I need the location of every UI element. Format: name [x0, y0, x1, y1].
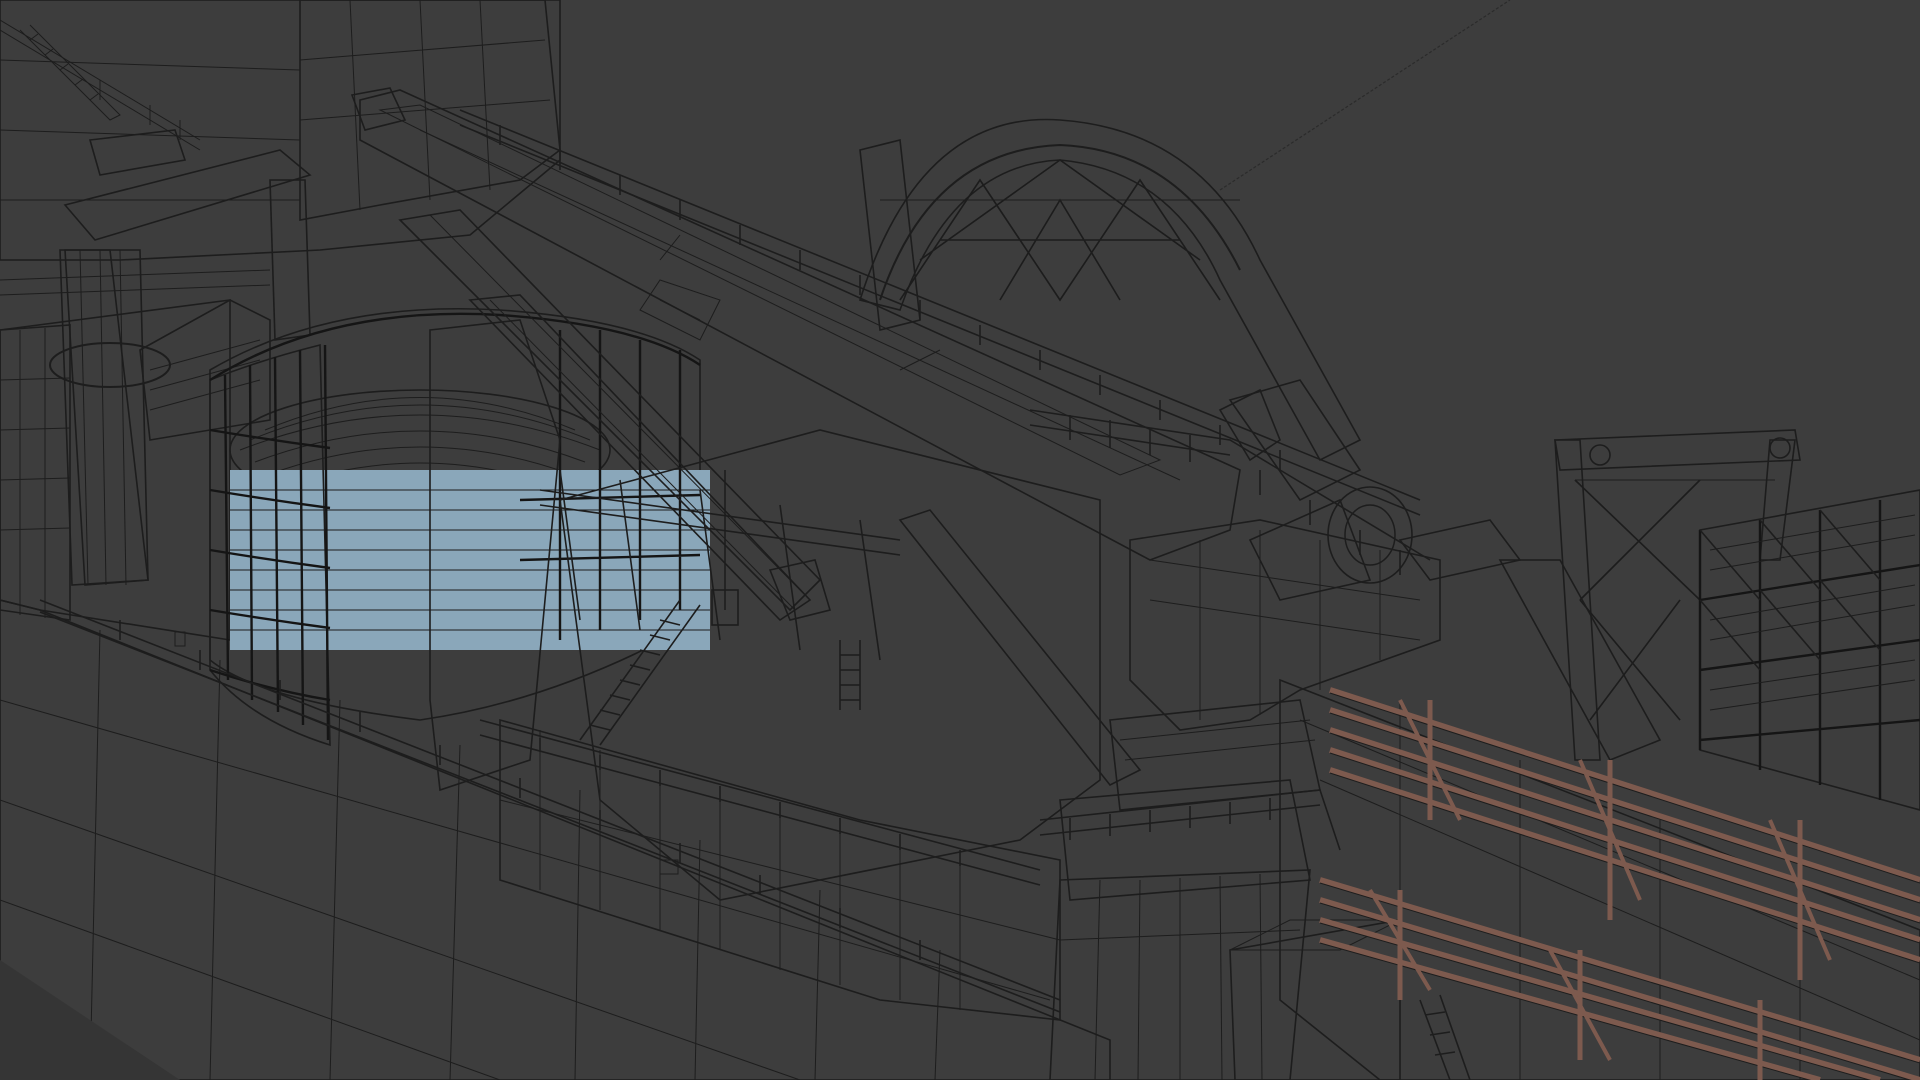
cable-carousel[interactable]	[209, 307, 710, 747]
pipe-rack-ladder	[1419, 994, 1471, 1080]
carousel-top-rim	[209, 312, 701, 382]
left-machinery-lines	[0, 328, 71, 618]
gantry-ramp	[1398, 519, 1522, 581]
work-platform[interactable]	[429, 319, 1101, 1021]
crane-house	[1129, 519, 1441, 731]
pipe-stack-frame	[1698, 500, 1920, 800]
pedestal-junction-box	[1229, 919, 1401, 1080]
gantry-bracing-wire	[1574, 479, 1775, 721]
pipe-storage[interactable]	[1698, 489, 1920, 811]
crane-slew-ring-lines	[1119, 719, 1316, 761]
crane-winch	[1248, 486, 1413, 601]
background-guide-line	[1219, 0, 1511, 191]
crane-boom-panel-lines	[419, 129, 1181, 481]
3d-viewport[interactable]	[0, 0, 1920, 1080]
arch-truss-wire	[880, 159, 1240, 301]
a-frame-post-lines	[79, 249, 127, 586]
platform-railing	[479, 719, 1041, 886]
left-machinery-grating	[149, 339, 261, 411]
crane-house-lines	[1149, 530, 1421, 720]
platform-ladder	[839, 640, 861, 710]
deck-left	[0, 299, 231, 641]
pedestal-lines	[1059, 873, 1301, 1080]
superstructure-body	[0, 0, 561, 261]
arch-truss	[899, 159, 1221, 302]
a-frame-beam	[63, 149, 312, 241]
gantry-sheave-left	[1589, 444, 1611, 466]
pipe-stack-diagonals	[1699, 509, 1881, 671]
pipe-rack[interactable]	[1319, 687, 1920, 1080]
aft-gantry[interactable]	[1398, 429, 1801, 762]
hull[interactable]	[0, 599, 1111, 1080]
arch-inner	[879, 143, 1241, 301]
a-frame-base-ring	[49, 342, 171, 388]
crane-main-boom-top	[378, 104, 1162, 476]
pedestal-upper	[1059, 779, 1311, 901]
carousel-deck-railing	[459, 109, 1421, 516]
hull-side	[0, 599, 1111, 1080]
hull-bottom-shadow	[0, 960, 180, 1080]
platform-panel-lines	[499, 730, 1061, 1010]
left-machinery-frame	[0, 324, 71, 621]
pipe-stack-pipes	[1709, 514, 1916, 711]
hull-panel-lines	[0, 629, 1051, 1080]
a-frame-left-leg	[64, 249, 149, 586]
deck-fitting	[174, 631, 186, 647]
crane-house-railing	[1029, 409, 1431, 575]
gantry-left-post	[1554, 439, 1601, 761]
gantry-bracing	[1574, 479, 1701, 721]
gantry-sheave-right	[1769, 437, 1791, 459]
hull-rim-railing	[39, 599, 1061, 1013]
pipe-rack-rails-upper	[1329, 687, 1920, 963]
pedestal-railing	[1039, 789, 1341, 851]
a-frame-top-cap	[88, 129, 187, 176]
arch-bracket	[1218, 388, 1281, 462]
a-frame-right-leg	[269, 179, 311, 341]
wireframe-render	[0, 0, 1920, 1080]
a-frame-post	[59, 249, 149, 586]
crane-hydraulic-cylinder	[898, 509, 1142, 787]
pipe-stack-body	[1699, 489, 1920, 811]
arch-outer	[858, 118, 1362, 462]
superstructure-panel-lines	[0, 0, 551, 211]
